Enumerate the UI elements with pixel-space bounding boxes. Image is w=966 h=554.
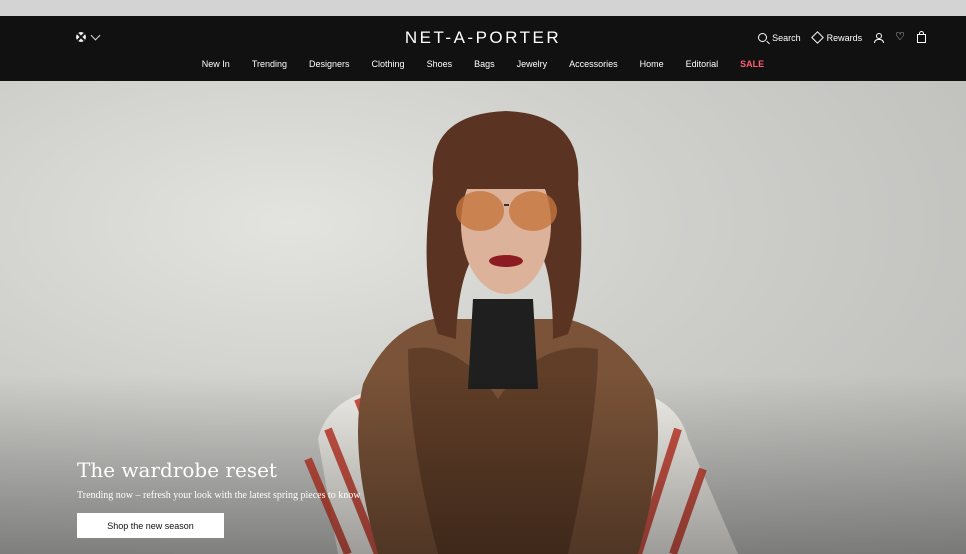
user-icon <box>874 32 885 43</box>
nav-item-trending[interactable]: Trending <box>241 59 298 69</box>
search-icon <box>758 33 768 42</box>
nav-item-sale[interactable]: SALE <box>729 59 775 69</box>
header-utilities: Search Rewards ♡ <box>758 31 926 44</box>
shop-new-season-button[interactable]: Shop the new season <box>77 513 224 538</box>
nav-item-shoes[interactable]: Shoes <box>416 59 464 69</box>
wishlist-button[interactable]: ♡ <box>895 32 905 43</box>
hero-caption: The wardrobe reset Trending now – refres… <box>77 458 360 515</box>
bag-button[interactable] <box>917 31 926 43</box>
search-label: Search <box>772 32 801 43</box>
search-button[interactable]: Search <box>758 33 801 43</box>
rewards-icon <box>810 31 824 44</box>
nav-item-bags[interactable]: Bags <box>463 59 506 69</box>
nav-item-jewelry[interactable]: Jewelry <box>506 59 559 69</box>
heart-icon: ♡ <box>895 31 905 43</box>
nav-item-designers[interactable]: Designers <box>298 59 361 69</box>
hero-subtitle: Trending now – refresh your look with th… <box>77 490 361 501</box>
shopping-bag-icon <box>917 31 926 43</box>
nav-item-new-in[interactable]: New In <box>191 59 241 69</box>
site-header: NET-A-PORTER Search Rewards ♡ New In Tre… <box>0 16 966 81</box>
nav-item-editorial[interactable]: Editorial <box>675 59 730 69</box>
main-navigation: New In Trending Designers Clothing Shoes… <box>0 59 966 69</box>
account-button[interactable] <box>874 32 885 43</box>
rewards-label: Rewards <box>826 32 863 43</box>
browser-top-strip <box>0 0 966 16</box>
hero-title: The wardrobe reset <box>77 458 277 482</box>
nav-item-accessories[interactable]: Accessories <box>558 59 629 69</box>
nav-item-clothing[interactable]: Clothing <box>361 59 416 69</box>
rewards-button[interactable]: Rewards <box>810 31 863 44</box>
nav-item-home[interactable]: Home <box>629 59 675 69</box>
